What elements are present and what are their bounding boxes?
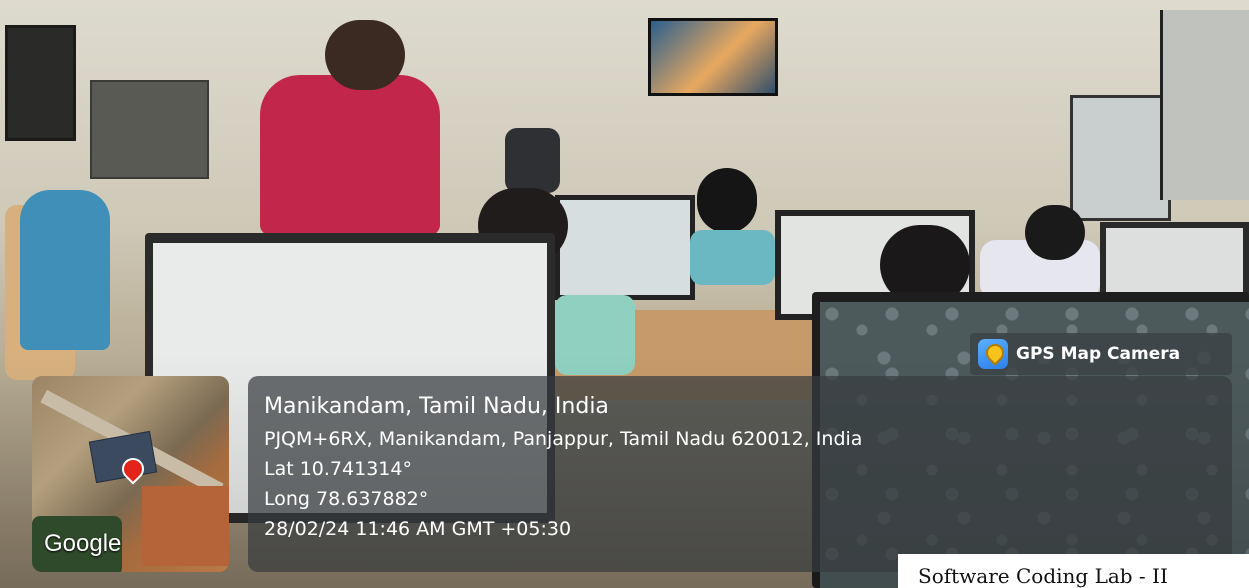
timestamp: 28/02/24 11:46 AM GMT +05:30 [264,518,572,540]
address: PJQM+6RX, Manikandam, Panjappur, Tamil N… [264,428,863,450]
map-attribution: Google [44,530,122,557]
map-field [142,486,229,566]
gps-map-camera-badge: GPS Map Camera [970,333,1232,375]
caption-box: Software Coding Lab - II [898,554,1249,588]
place-name: Manikandam, Tamil Nadu, India [264,394,609,419]
location-info-panel: Manikandam, Tamil Nadu, India PJQM+6RX, … [248,376,1232,572]
longitude: Long 78.637882° [264,488,429,510]
gps-badge-title: GPS Map Camera [1016,344,1181,364]
latitude: Lat 10.741314° [264,458,412,480]
caption-text: Software Coding Lab - II [918,564,1168,588]
map-pin-camera-icon [978,339,1008,369]
map-thumbnail: Google [32,376,229,572]
